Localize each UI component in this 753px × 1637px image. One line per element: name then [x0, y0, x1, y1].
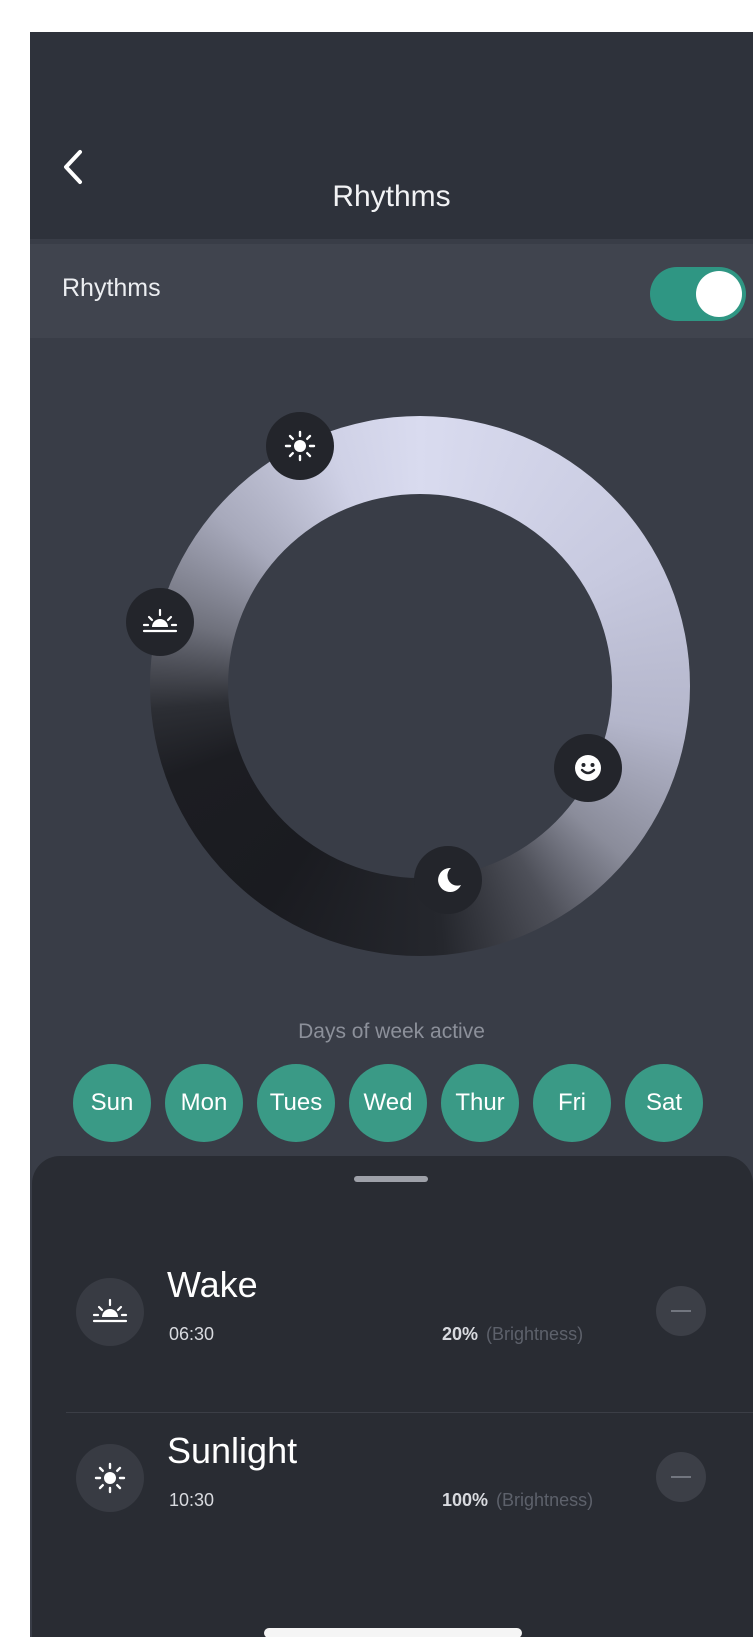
sunrise-icon: [142, 608, 178, 633]
day-sat[interactable]: Sat: [625, 1064, 703, 1142]
dial-center: [228, 494, 612, 878]
brightness-value: 20%: [442, 1324, 479, 1344]
schedule-item-brightness: 100% (Brightness): [442, 1490, 593, 1511]
schedule-item-time: 10:30: [169, 1490, 215, 1510]
sunrise-marker[interactable]: [126, 588, 194, 656]
sheet-grabber[interactable]: [354, 1176, 428, 1182]
list-divider: [66, 1412, 753, 1413]
schedule-item-name: Wake: [167, 1264, 258, 1305]
rhythms-toggle-label: Rhythms: [62, 274, 161, 302]
moon-icon: [438, 867, 461, 892]
schedule-item-brightness: 20% (Brightness): [442, 1324, 583, 1345]
day-fri[interactable]: Fri: [533, 1064, 611, 1142]
remove-button[interactable]: [656, 1286, 706, 1336]
toggle-knob: [696, 271, 742, 317]
day-wed[interactable]: Wed: [349, 1064, 427, 1142]
page-title: Rhythms: [332, 180, 451, 213]
days-active-caption: Days of week active: [298, 1020, 485, 1043]
sun-icon: [284, 430, 316, 462]
brightness-label: (Brightness): [496, 1490, 594, 1510]
sunrise-icon: [92, 1298, 128, 1323]
sun-marker[interactable]: [266, 412, 334, 480]
schedule-item-icon: [76, 1444, 144, 1512]
schedule-item-icon: [76, 1278, 144, 1346]
sun-icon: [94, 1462, 126, 1494]
day-thur[interactable]: Thur: [441, 1064, 519, 1142]
brightness-label: (Brightness): [486, 1324, 584, 1344]
phone-screen: Rhythms Rhythms Days of week active Sun …: [30, 32, 753, 1637]
rhythms-toggle-row: Rhythms: [30, 244, 753, 338]
smile-icon: [575, 755, 601, 781]
schedule-sheet: Wake 06:30 20% (Brightness) Sunlight 10:…: [32, 1156, 753, 1637]
home-indicator[interactable]: [264, 1628, 522, 1637]
schedule-item-time: 06:30: [169, 1324, 215, 1344]
day-mon[interactable]: Mon: [165, 1064, 243, 1142]
navigation-bar: Rhythms: [30, 32, 753, 239]
day-tues[interactable]: Tues: [257, 1064, 335, 1142]
schedule-item-name: Sunlight: [167, 1430, 298, 1471]
moon-marker[interactable]: [414, 846, 482, 914]
remove-button[interactable]: [656, 1452, 706, 1502]
brightness-value: 100%: [442, 1490, 489, 1510]
day-sun[interactable]: Sun: [73, 1064, 151, 1142]
smile-marker[interactable]: [554, 734, 622, 802]
rhythms-toggle-switch[interactable]: [650, 267, 746, 321]
